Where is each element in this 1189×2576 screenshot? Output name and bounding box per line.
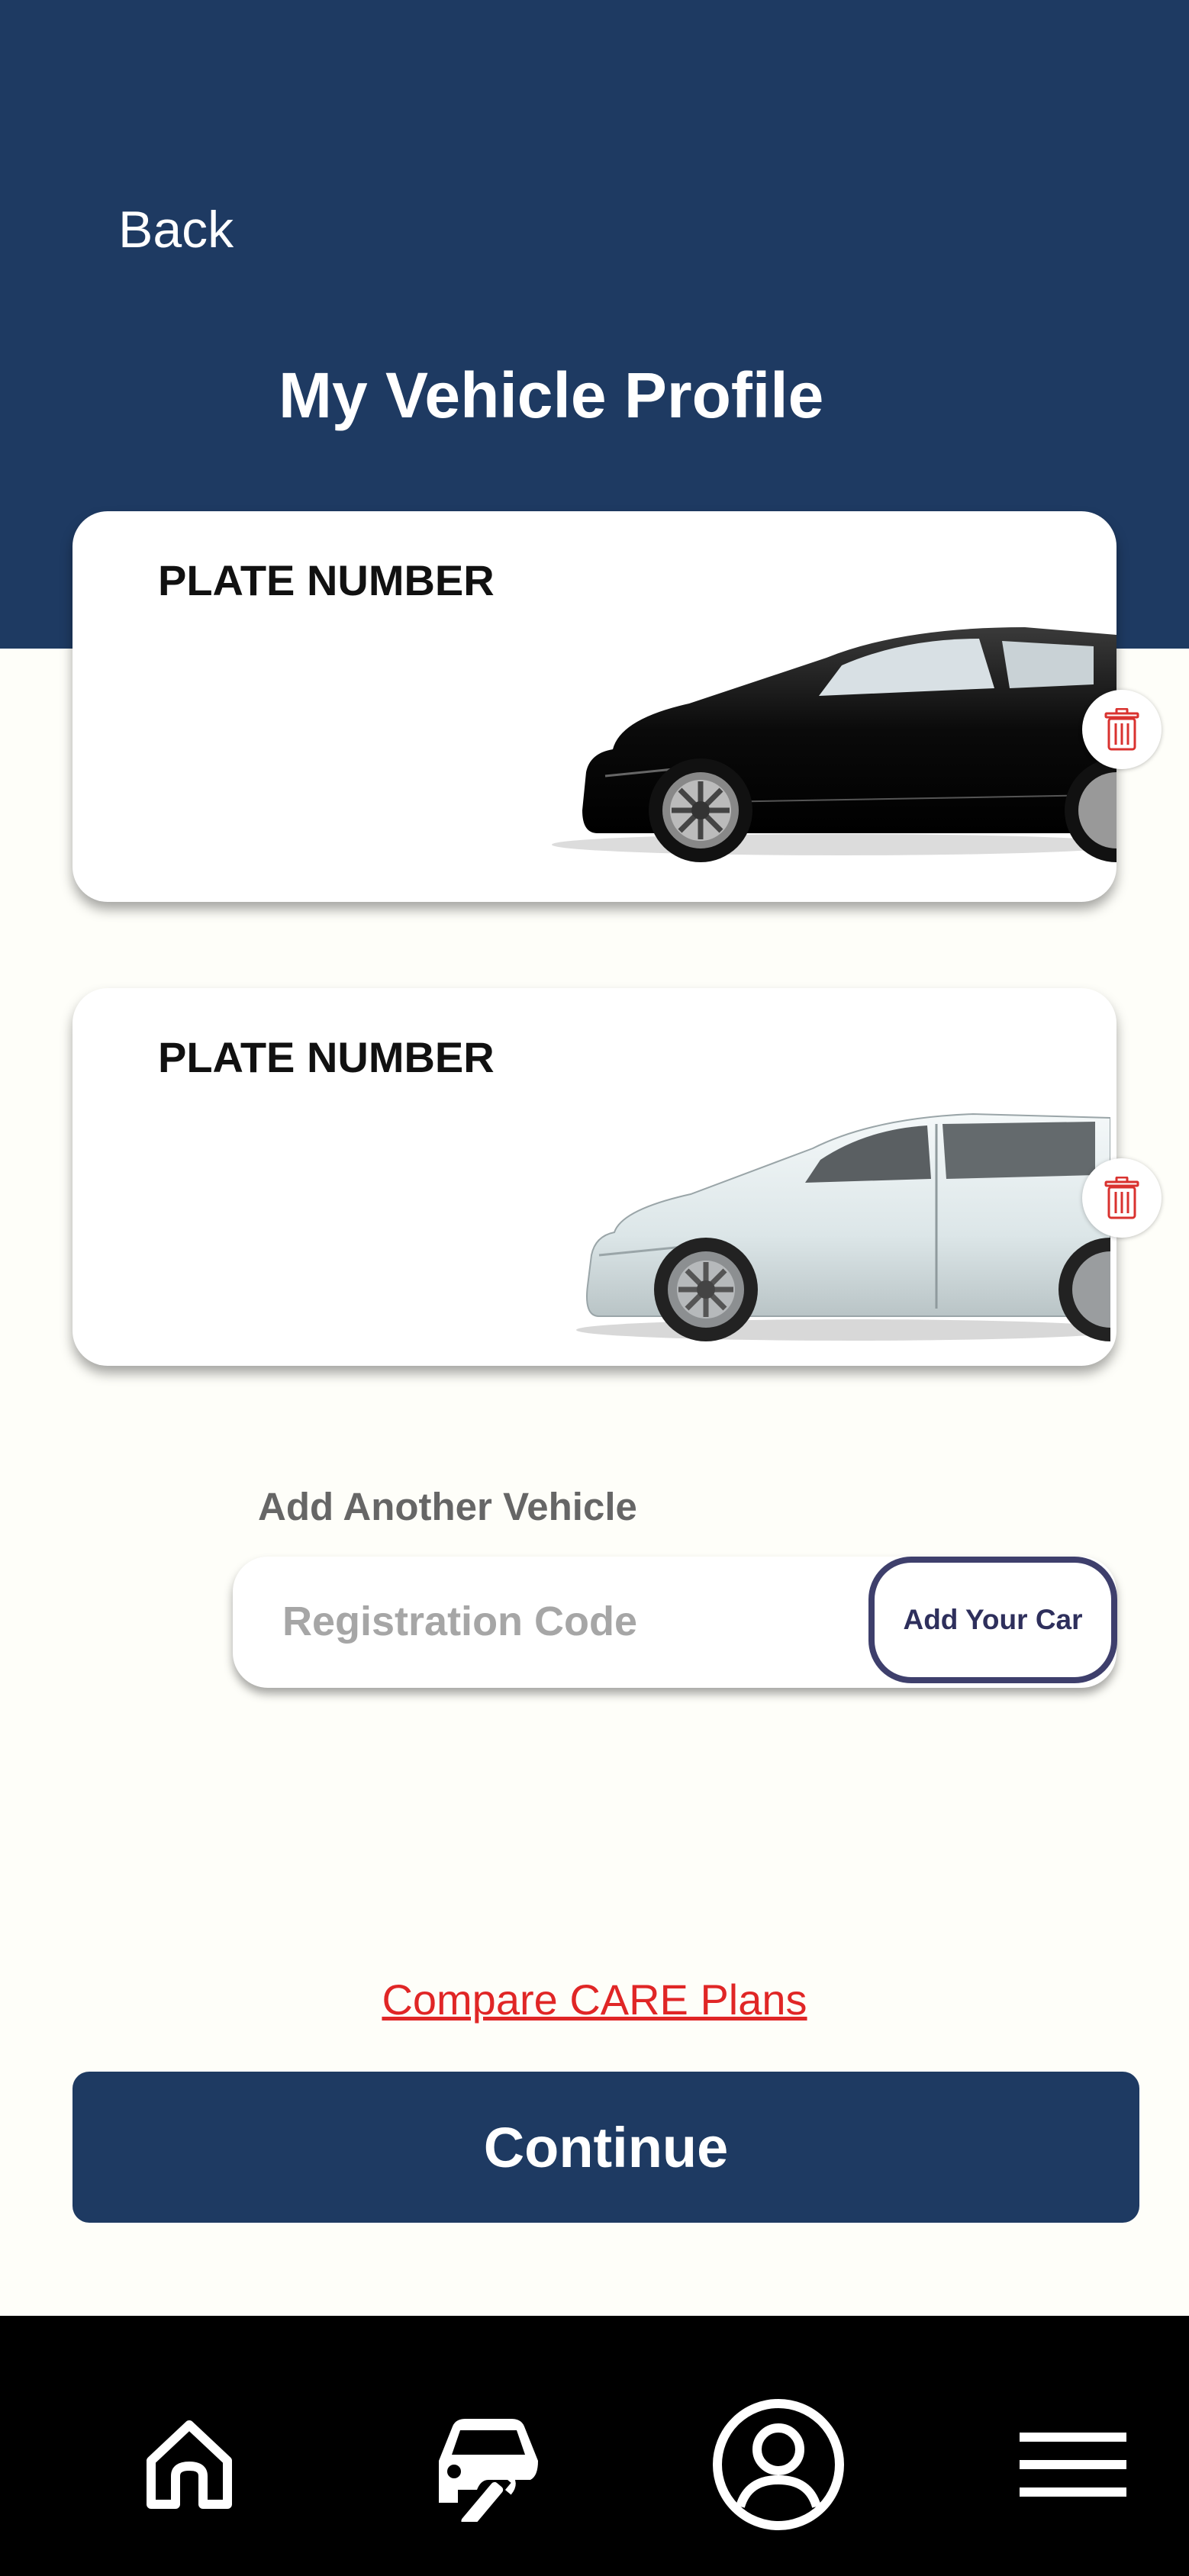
nav-vehicle-service-button[interactable]: [412, 2388, 565, 2541]
compare-care-plans-link[interactable]: Compare CARE Plans: [0, 1975, 1189, 2024]
bottom-navigation: [0, 2316, 1189, 2576]
plate-number-label: PLATE NUMBER: [158, 556, 495, 604]
nav-profile-button[interactable]: [702, 2388, 855, 2541]
continue-button[interactable]: Continue: [72, 2072, 1139, 2223]
delete-vehicle-button[interactable]: [1082, 1158, 1162, 1238]
add-your-car-button[interactable]: Add Your Car: [868, 1557, 1117, 1683]
menu-icon: [1020, 2433, 1126, 2497]
profile-icon: [713, 2399, 844, 2530]
plate-number-label: PLATE NUMBER: [158, 1033, 495, 1081]
nav-menu-button[interactable]: [997, 2388, 1149, 2541]
add-vehicle-heading: Add Another Vehicle: [258, 1485, 637, 1528]
home-icon: [147, 2420, 232, 2509]
vehicle-card[interactable]: PLATE NUMBER: [72, 511, 1116, 902]
white-car-image: [576, 1113, 1110, 1341]
vehicle-card[interactable]: PLATE NUMBER: [72, 988, 1116, 1366]
trash-icon: [1104, 708, 1139, 751]
registration-code-input[interactable]: [282, 1595, 817, 1648]
nav-home-button[interactable]: [113, 2388, 266, 2541]
page-title: My Vehicle Profile: [279, 359, 824, 431]
back-button[interactable]: Back: [118, 200, 234, 259]
trash-icon: [1104, 1177, 1139, 1219]
delete-vehicle-button[interactable]: [1082, 690, 1162, 769]
car-service-icon: [439, 2419, 538, 2522]
black-car-image: [552, 627, 1116, 862]
